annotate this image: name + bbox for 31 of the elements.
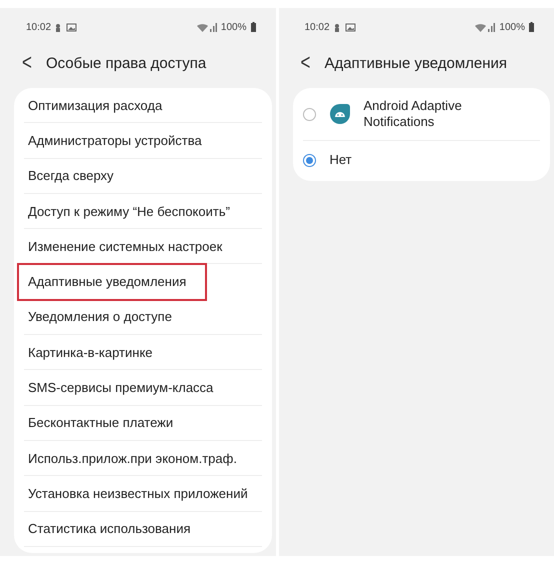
- screen-title: Особые права доступа: [46, 54, 206, 72]
- settings-item[interactable]: Всегда сверху: [28, 168, 114, 184]
- battery-percentage: 100%: [499, 22, 525, 32]
- radio-button[interactable]: [302, 108, 316, 120]
- settings-item[interactable]: SMS-сервисы премиум-класса: [28, 380, 214, 396]
- settings-item[interactable]: Доступ к режиму “Не беспокоить”: [28, 204, 230, 219]
- settings-item[interactable]: Установка неизвестных приложений: [28, 486, 248, 501]
- settings-item[interactable]: Администраторы устройства: [28, 132, 202, 148]
- status-time: 10:02: [304, 22, 330, 32]
- back-button[interactable]: <: [300, 50, 310, 76]
- settings-item[interactable]: Статистика использования: [28, 521, 191, 536]
- signal-icon: [475, 22, 496, 32]
- settings-item[interactable]: Картинка-в-картинке: [28, 344, 153, 360]
- settings-item[interactable]: Оптимизация расхода: [28, 98, 162, 113]
- notification-icons: [55, 22, 78, 32]
- screen-title: Адаптивные уведомления: [324, 54, 508, 72]
- option-label: Нет: [330, 152, 353, 168]
- option-label: Android Adaptive Notifications: [364, 98, 463, 130]
- battery-percentage: 100%: [220, 22, 246, 32]
- settings-item[interactable]: Бесконтактные платежи: [28, 415, 174, 430]
- settings-item[interactable]: Использ.прилож.при эконом.траф.: [28, 450, 237, 466]
- back-button[interactable]: <: [22, 50, 32, 76]
- battery-icon: [250, 22, 256, 32]
- status-time: 10:02: [26, 22, 52, 32]
- radio-button[interactable]: [302, 154, 316, 166]
- settings-item[interactable]: Изменение системных настроек: [28, 238, 222, 254]
- settings-item[interactable]: Адаптивные уведомления: [28, 274, 186, 290]
- settings-item[interactable]: Уведомления о доступе: [28, 309, 172, 324]
- battery-icon: [529, 22, 534, 32]
- signal-icon: [196, 22, 217, 32]
- notification-icons: [334, 22, 356, 32]
